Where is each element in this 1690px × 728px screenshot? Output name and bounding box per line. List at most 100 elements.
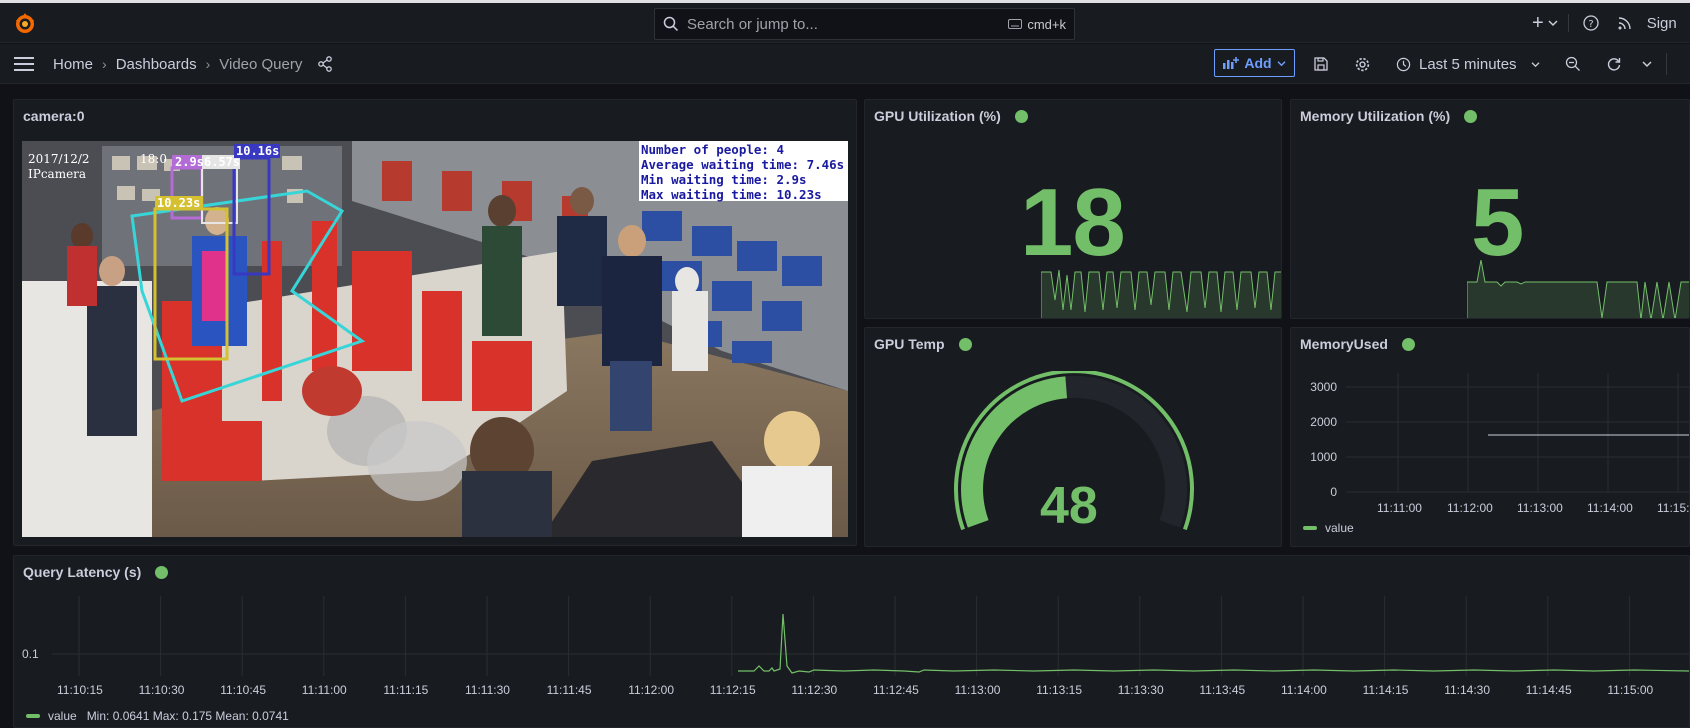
zoom-out-icon[interactable] [1565, 56, 1581, 72]
breadcrumb-separator: › [205, 56, 211, 72]
overlay-avg-wait: Average waiting time: 7.46s [641, 157, 844, 172]
add-button-label: Add [1244, 55, 1272, 71]
y-tick: 3000 [1310, 380, 1337, 394]
topbar-actions: + ? Sign [1532, 3, 1677, 43]
chart-legend[interactable]: value Min: 0.0641 Max: 0.175 Mean: 0.074… [26, 709, 289, 723]
box-label-text: 2.9s [175, 155, 204, 169]
camera-panel[interactable]: camera:0 2.9s 6.57s 10.16s 10.23s 2017/1… [13, 99, 857, 546]
x-tick: 11:11:00 [301, 683, 347, 697]
time-picker[interactable]: Last 5 minutes [1396, 56, 1540, 73]
legend-label: value [48, 709, 77, 723]
grafana-logo-icon[interactable] [13, 12, 37, 36]
chart-grid [1346, 373, 1689, 493]
x-tick: 11:11:00 [1377, 501, 1422, 515]
chevron-down-icon [1531, 61, 1540, 67]
search-input[interactable]: Search or jump to... cmd+k [654, 8, 1075, 40]
x-tick: 11:14:15 [1362, 683, 1409, 697]
legend-stats: Min: 0.0641 Max: 0.175 Mean: 0.0741 [86, 709, 289, 723]
refresh-icon[interactable] [1606, 56, 1622, 72]
menu-icon[interactable] [14, 56, 34, 72]
x-tick: 11:13:15 [1036, 683, 1083, 697]
legend-label: value [1325, 521, 1354, 535]
x-tick: 11:15: [1657, 501, 1690, 515]
x-tick: 11:10:15 [57, 683, 103, 697]
x-tick: 11:12:30 [791, 683, 838, 697]
divider [1665, 53, 1667, 75]
x-tick: 11:14:45 [1525, 683, 1572, 697]
gpu-utilization-title: GPU Utilization (%) [874, 108, 1001, 124]
breadcrumb-home[interactable]: Home [53, 56, 93, 73]
camera-panel-title: camera:0 [23, 108, 85, 124]
breadcrumb-dashboards[interactable]: Dashboards [116, 56, 197, 73]
chevron-down-icon [1277, 60, 1286, 66]
share-icon[interactable] [317, 56, 333, 72]
memory-utilization-value: 5 [1471, 169, 1524, 276]
x-tick: 11:12:45 [873, 683, 919, 697]
legend-swatch [26, 714, 40, 718]
chart-legend[interactable]: value [1303, 521, 1354, 535]
search-shortcut: cmd+k [1008, 17, 1066, 32]
x-tick: 11:12:00 [1447, 501, 1493, 515]
dashboard-nav-bar: Home › Dashboards › Video Query Add Last… [0, 44, 1690, 84]
breadcrumb-current: Video Query [219, 55, 303, 73]
y-tick: 1000 [1310, 450, 1337, 464]
query-latency-panel[interactable]: Query Latency (s) 0.1 11:10:15 11:10:30 11… [13, 555, 1690, 728]
x-tick: 11:14:00 [1281, 683, 1327, 697]
x-tick: 11:15:00 [1607, 683, 1654, 697]
x-tick: 11:11:45 [546, 683, 592, 697]
plus-icon: + [1532, 11, 1544, 34]
time-range-label: Last 5 minutes [1419, 55, 1517, 73]
refresh-interval-chevron-icon[interactable] [1642, 60, 1652, 68]
x-tick: 11:14:30 [1444, 683, 1491, 697]
new-button[interactable]: + [1532, 12, 1558, 35]
video-timestamp-tail: 18:0 [140, 152, 167, 166]
svg-text:?: ? [1588, 19, 1593, 30]
gpu-utilization-value: 18 [1020, 169, 1126, 276]
panel-title: camera:0 [23, 108, 85, 124]
x-tick: 11:11:15 [383, 683, 429, 697]
chevron-down-icon [1548, 20, 1558, 27]
x-tick: 11:13:30 [1117, 683, 1164, 697]
settings-gear-icon[interactable] [1354, 56, 1371, 73]
panel-title: GPU Temp [874, 336, 972, 352]
box-label-text: 6.57s [204, 155, 240, 169]
memory-utilization-title: Memory Utilization (%) [1300, 108, 1451, 124]
gpu-utilization-panel[interactable]: GPU Utilization (%) 18 [864, 99, 1282, 319]
video-timestamp: 2017/12/2 [28, 152, 90, 166]
x-tick: 11:11:30 [465, 683, 510, 697]
y-tick: 2000 [1310, 415, 1337, 429]
divider [1567, 14, 1569, 32]
x-tick: 11:14:00 [1587, 501, 1633, 515]
sign-in-link[interactable]: Sign [1647, 15, 1677, 32]
breadcrumb: Home › Dashboards › Video Query [53, 44, 333, 84]
memory-utilization-panel[interactable]: Memory Utilization (%) 5 [1290, 99, 1690, 319]
x-tick: 11:13:00 [1517, 501, 1563, 515]
gpu-temp-title: GPU Temp [874, 336, 945, 352]
overlay-people-count: Number of people: 4 [641, 142, 784, 157]
gpu-temp-panel[interactable]: GPU Temp 48 [864, 327, 1282, 547]
dashboard-actions: Last 5 minutes [1313, 44, 1667, 84]
x-tick: 11:12:00 [628, 683, 675, 697]
search-shortcut-label: cmd+k [1027, 16, 1066, 32]
x-tick: 11:10:30 [138, 683, 185, 697]
panel-title: GPU Utilization (%) [874, 108, 1028, 124]
top-bar: Search or jump to... cmd+k + ? Sign [0, 3, 1690, 43]
query-latency-chart [52, 596, 1689, 676]
status-dot-icon [1464, 109, 1478, 123]
keyboard-icon [1008, 19, 1023, 29]
gpu-temp-value: 48 [1040, 477, 1098, 535]
news-feed-icon[interactable] [1617, 15, 1633, 31]
status-dot-icon [1014, 109, 1028, 123]
query-latency-series-line [738, 613, 1689, 674]
y-tick: 0 [1330, 485, 1337, 499]
memory-used-panel[interactable]: MemoryUsed 3000 2000 1000 0 11:11:00 11:… [1290, 327, 1690, 547]
camera-video-frame[interactable]: 2.9s 6.57s 10.16s 10.23s 2017/12/2 18:0 … [22, 141, 848, 537]
search-placeholder: Search or jump to... [687, 15, 818, 33]
box-label-text: 10.23s [157, 196, 200, 210]
box-label-text: 10.16s [236, 144, 279, 158]
help-icon[interactable]: ? [1583, 15, 1599, 31]
search-icon [663, 16, 679, 32]
add-button[interactable]: Add [1214, 49, 1295, 77]
overlay-min-wait: Min waiting time: 2.9s [641, 172, 807, 187]
save-icon[interactable] [1313, 56, 1329, 72]
